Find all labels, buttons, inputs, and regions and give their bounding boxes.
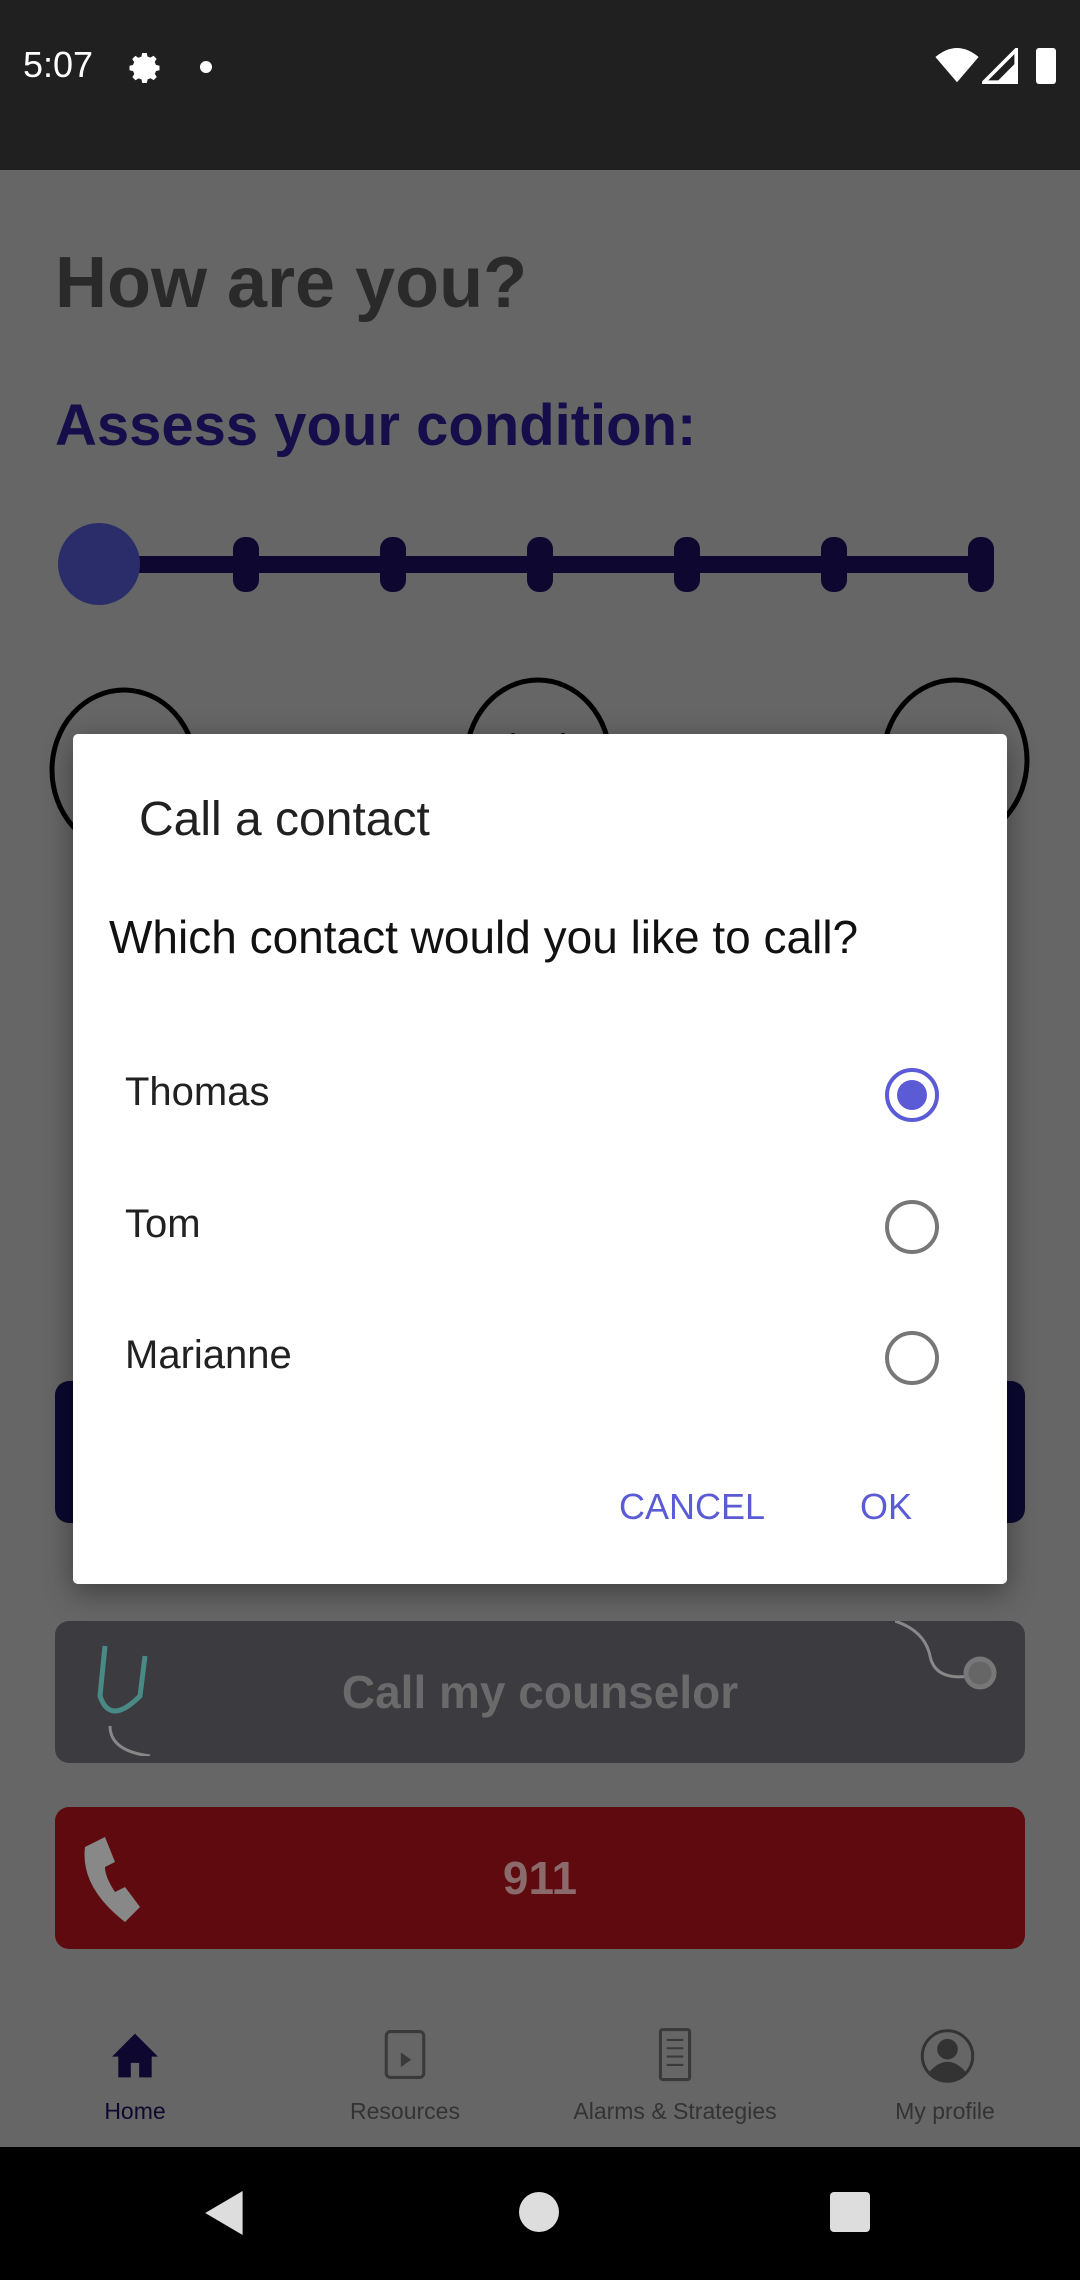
option-label: Marianne <box>125 1333 292 1377</box>
bottom-nav: Home Resources Alarms & Strategies My pr… <box>0 2003 1080 2147</box>
status-bar: 5:07 <box>0 0 1080 170</box>
document-icon <box>658 2027 692 2082</box>
notification-dot-icon <box>200 61 212 73</box>
radio-icon[interactable] <box>885 1331 939 1385</box>
signal-icon <box>982 48 1018 84</box>
system-nav-bar <box>0 2147 1080 2280</box>
assess-label: Assess your condition: <box>55 393 697 458</box>
call-911-label: 911 <box>502 1852 578 1904</box>
nav-home-label: Home <box>104 2098 166 2124</box>
option-thomas[interactable]: Thomas <box>73 1030 1007 1160</box>
slider-tick[interactable] <box>527 537 553 592</box>
radio-icon[interactable] <box>885 1200 939 1254</box>
slider-tick[interactable] <box>968 537 994 592</box>
cancel-button[interactable]: CANCEL <box>619 1486 765 1528</box>
option-tom[interactable]: Tom <box>73 1162 1007 1292</box>
call-counselor-label: Call my counselor <box>341 1666 739 1718</box>
stethoscope-cord-icon <box>895 1621 997 1690</box>
nav-profile[interactable]: My profile <box>810 2003 1080 2147</box>
stethoscope-icon <box>97 1645 151 1756</box>
call-contact-dialog: Call a contact Which contact would you l… <box>73 734 1007 1584</box>
option-marianne[interactable]: Marianne <box>73 1293 1007 1423</box>
nav-alarms[interactable]: Alarms & Strategies <box>540 2003 810 2147</box>
dialog-message: Which contact would you like to call? <box>109 911 859 963</box>
slider-tick[interactable] <box>821 537 847 592</box>
nav-alarms-label: Alarms & Strategies <box>573 2098 777 2124</box>
battery-icon <box>1036 48 1056 84</box>
option-label: Thomas <box>125 1070 270 1114</box>
slider-thumb[interactable] <box>58 523 140 605</box>
phone-icon <box>84 1837 140 1922</box>
condition-slider[interactable] <box>0 500 1080 630</box>
ok-button[interactable]: OK <box>860 1486 912 1528</box>
home-system-icon[interactable] <box>519 2192 559 2232</box>
page-title: How are you? <box>55 243 528 323</box>
slider-tick[interactable] <box>233 537 259 592</box>
back-icon[interactable] <box>203 2191 247 2235</box>
slider-tick[interactable] <box>674 537 700 592</box>
radio-selected-icon[interactable] <box>885 1068 939 1122</box>
gear-icon <box>129 53 160 83</box>
nav-resources[interactable]: Resources <box>270 2003 540 2147</box>
home-icon <box>112 2033 158 2078</box>
dialog-title: Call a contact <box>139 793 430 846</box>
resources-icon <box>384 2030 426 2079</box>
nav-resources-label: Resources <box>350 2098 460 2124</box>
call-counselor-button[interactable]: Call my counselor <box>55 1621 1025 1763</box>
nav-profile-label: My profile <box>895 2098 995 2124</box>
option-label: Tom <box>125 1202 201 1246</box>
slider-tick[interactable] <box>380 537 406 592</box>
profile-icon <box>920 2029 975 2083</box>
wifi-icon <box>935 48 979 83</box>
recents-icon[interactable] <box>830 2192 870 2232</box>
nav-home[interactable]: Home <box>0 2003 270 2147</box>
call-911-button[interactable]: 911 <box>55 1807 1025 1949</box>
clock: 5:07 <box>23 44 94 85</box>
